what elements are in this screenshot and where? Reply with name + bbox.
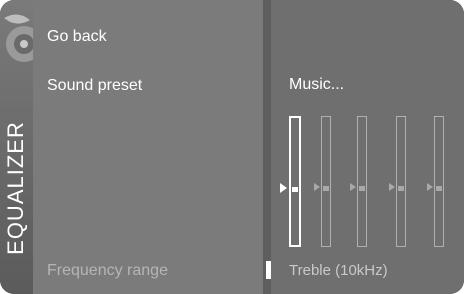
side-strip: EQUALIZER [0, 0, 33, 294]
eq-band-level [398, 186, 404, 191]
preset-value[interactable]: Music... [289, 76, 344, 94]
eq-level-pointer-icon [350, 183, 356, 191]
equalizer-screen: EQUALIZER Go back Sound preset Frequency… [0, 0, 464, 294]
eq-level-pointer-icon [389, 183, 395, 191]
eq-level-pointer-icon [427, 183, 433, 191]
eq-level-pointer-icon [280, 183, 287, 193]
panel-divider [263, 0, 271, 294]
eq-band-4[interactable] [396, 116, 406, 247]
menu-item-go-back[interactable]: Go back [47, 28, 107, 46]
eq-band-level [359, 186, 365, 191]
equalizer-title: EQUALIZER [3, 121, 28, 255]
eq-band-2[interactable] [321, 116, 331, 247]
eq-band-5[interactable] [434, 116, 444, 247]
frequency-value[interactable]: Treble (10kHz) [289, 262, 388, 279]
eq-level-pointer-icon [314, 183, 320, 191]
menu-item-sound-preset[interactable]: Sound preset [47, 77, 142, 95]
menu-item-frequency-range[interactable]: Frequency range [47, 262, 168, 280]
eq-band-level [323, 186, 329, 191]
speaker-logo-icon [4, 14, 33, 62]
eq-band-1[interactable] [289, 116, 301, 247]
eq-band-level [292, 187, 298, 192]
eq-band-3[interactable] [357, 116, 367, 247]
eq-band-level [436, 186, 442, 191]
menu-panel: Go back Sound preset Frequency range [33, 0, 263, 294]
